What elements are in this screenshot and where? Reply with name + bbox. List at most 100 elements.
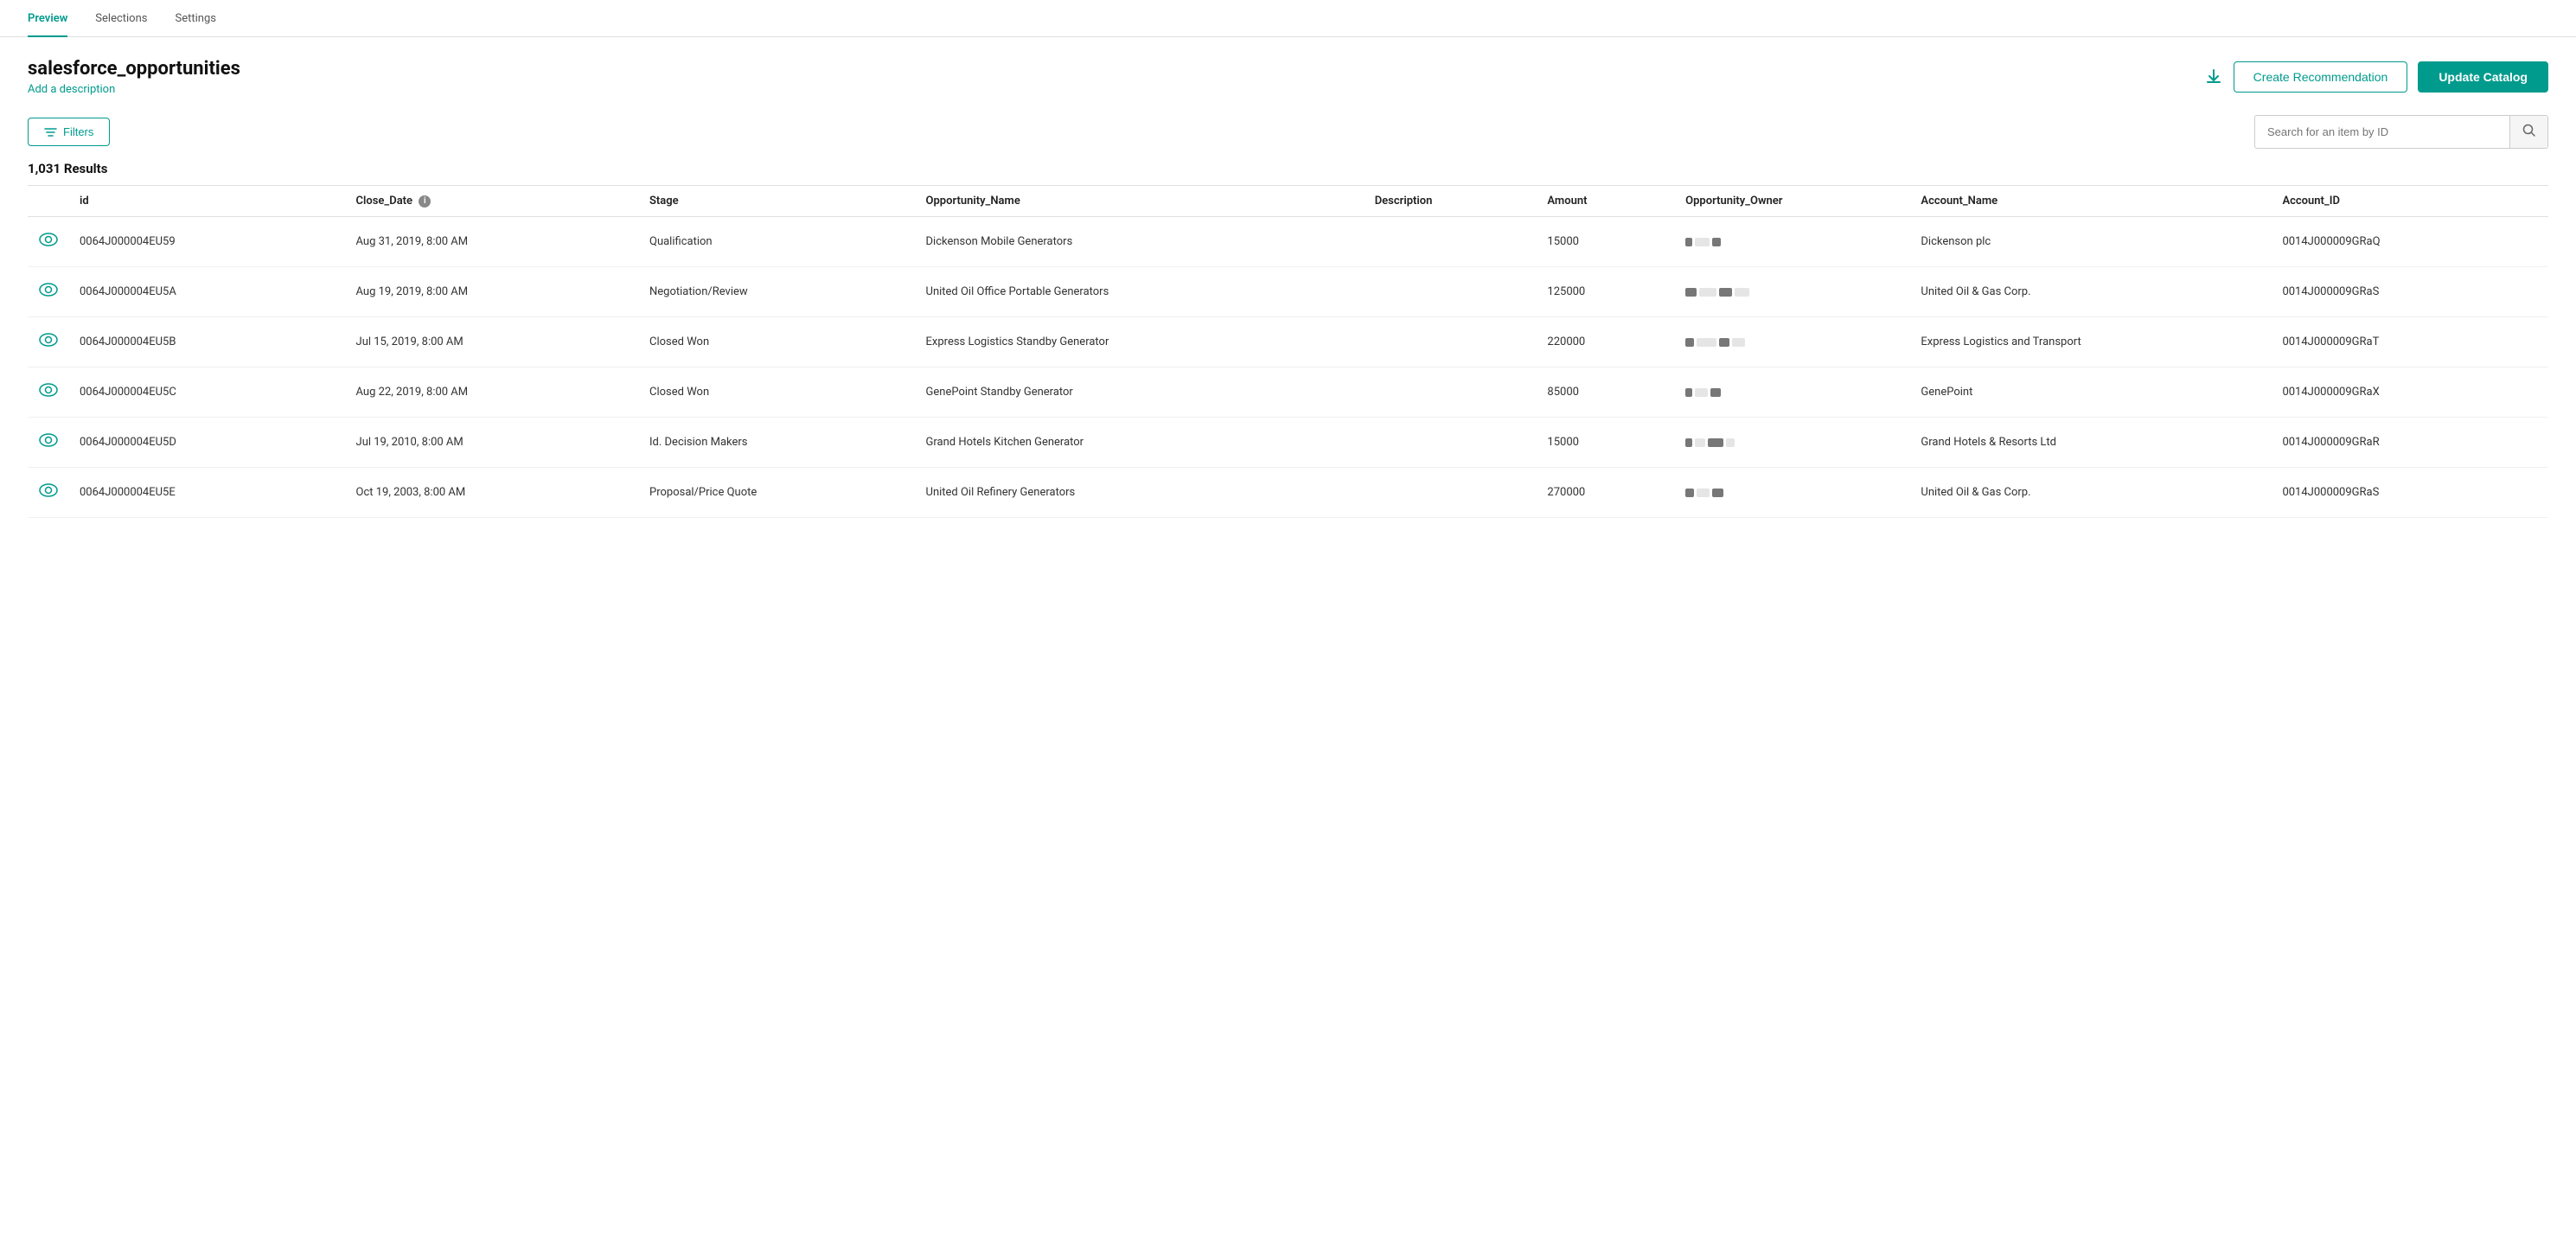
filter-icon bbox=[44, 126, 57, 138]
table-row: 0064J000004EU5AAug 19, 2019, 8:00 AMNego… bbox=[28, 267, 2548, 317]
cell-stage: Closed Won bbox=[639, 317, 916, 367]
search-box bbox=[2254, 115, 2548, 149]
col-header-opportunity-owner: Opportunity_Owner bbox=[1675, 186, 1910, 217]
filters-label: Filters bbox=[63, 125, 93, 138]
cell-account-id: 0014J000009GRaQ bbox=[2272, 217, 2548, 267]
cell-description bbox=[1365, 418, 1537, 468]
tab-settings[interactable]: Settings bbox=[176, 0, 216, 37]
eye-cell bbox=[28, 418, 69, 468]
view-icon[interactable] bbox=[39, 383, 58, 401]
cell-account-name: Grand Hotels & Resorts Ltd bbox=[1910, 418, 2272, 468]
cell-id: 0064J000004EU5D bbox=[69, 418, 346, 468]
page-title: salesforce_opportunities bbox=[28, 58, 240, 80]
eye-cell bbox=[28, 267, 69, 317]
cell-close-date: Aug 31, 2019, 8:00 AM bbox=[346, 217, 639, 267]
eye-cell bbox=[28, 367, 69, 418]
cell-description bbox=[1365, 267, 1537, 317]
cell-stage: Proposal/Price Quote bbox=[639, 468, 916, 518]
col-header-id: id bbox=[69, 186, 346, 217]
cell-amount: 85000 bbox=[1537, 367, 1675, 418]
eye-cell bbox=[28, 468, 69, 518]
cell-id: 0064J000004EU59 bbox=[69, 217, 346, 267]
col-header-eye bbox=[28, 186, 69, 217]
cell-close-date: Oct 19, 2003, 8:00 AM bbox=[346, 468, 639, 518]
cell-account-id: 0014J000009GRaR bbox=[2272, 418, 2548, 468]
cell-description bbox=[1365, 468, 1537, 518]
table-row: 0064J000004EU5DJul 19, 2010, 8:00 AMId. … bbox=[28, 418, 2548, 468]
cell-account-id: 0014J000009GRaS bbox=[2272, 468, 2548, 518]
col-header-account-name: Account_Name bbox=[1910, 186, 2272, 217]
data-table: id Close_Date i Stage Opportunity_Name D… bbox=[28, 185, 2548, 518]
owner-bars bbox=[1685, 489, 1900, 497]
view-icon[interactable] bbox=[39, 433, 58, 451]
cell-opportunity-name: Express Logistics Standby Generator bbox=[916, 317, 1365, 367]
toolbar: Filters bbox=[0, 99, 2576, 157]
cell-description bbox=[1365, 317, 1537, 367]
cell-id: 0064J000004EU5C bbox=[69, 367, 346, 418]
cell-close-date: Jul 15, 2019, 8:00 AM bbox=[346, 317, 639, 367]
view-icon[interactable] bbox=[39, 483, 58, 501]
cell-opportunity-name: Dickenson Mobile Generators bbox=[916, 217, 1365, 267]
view-icon[interactable] bbox=[39, 333, 58, 351]
update-catalog-button[interactable]: Update Catalog bbox=[2418, 61, 2548, 93]
owner-bars bbox=[1685, 438, 1900, 447]
col-header-description: Description bbox=[1365, 186, 1537, 217]
col-header-stage: Stage bbox=[639, 186, 916, 217]
cell-description bbox=[1365, 367, 1537, 418]
close-date-info-icon[interactable]: i bbox=[419, 195, 431, 208]
tab-preview[interactable]: Preview bbox=[28, 0, 67, 37]
cell-amount: 125000 bbox=[1537, 267, 1675, 317]
cell-stage: Closed Won bbox=[639, 367, 916, 418]
cell-opportunity-name: United Oil Office Portable Generators bbox=[916, 267, 1365, 317]
cell-description bbox=[1365, 217, 1537, 267]
cell-stage: Id. Decision Makers bbox=[639, 418, 916, 468]
cell-opportunity-name: Grand Hotels Kitchen Generator bbox=[916, 418, 1365, 468]
cell-opportunity-owner bbox=[1675, 418, 1910, 468]
cell-amount: 15000 bbox=[1537, 217, 1675, 267]
cell-id: 0064J000004EU5E bbox=[69, 468, 346, 518]
cell-opportunity-owner bbox=[1675, 217, 1910, 267]
cell-account-id: 0014J000009GRaS bbox=[2272, 267, 2548, 317]
view-icon[interactable] bbox=[39, 283, 58, 301]
filters-button[interactable]: Filters bbox=[28, 118, 110, 146]
cell-opportunity-name: United Oil Refinery Generators bbox=[916, 468, 1365, 518]
cell-amount: 220000 bbox=[1537, 317, 1675, 367]
download-button[interactable] bbox=[2204, 67, 2223, 86]
create-recommendation-button[interactable]: Create Recommendation bbox=[2234, 61, 2408, 93]
cell-account-name: Express Logistics and Transport bbox=[1910, 317, 2272, 367]
table-header-row: id Close_Date i Stage Opportunity_Name D… bbox=[28, 186, 2548, 217]
table-wrapper: id Close_Date i Stage Opportunity_Name D… bbox=[0, 185, 2576, 518]
cell-opportunity-owner bbox=[1675, 468, 1910, 518]
cell-id: 0064J000004EU5B bbox=[69, 317, 346, 367]
header-left: salesforce_opportunities Add a descripti… bbox=[28, 58, 240, 96]
cell-account-name: United Oil & Gas Corp. bbox=[1910, 267, 2272, 317]
search-button[interactable] bbox=[2509, 116, 2547, 148]
eye-cell bbox=[28, 217, 69, 267]
cell-account-name: United Oil & Gas Corp. bbox=[1910, 468, 2272, 518]
table-row: 0064J000004EU5BJul 15, 2019, 8:00 AMClos… bbox=[28, 317, 2548, 367]
table-row: 0064J000004EU5EOct 19, 2003, 8:00 AMProp… bbox=[28, 468, 2548, 518]
search-icon bbox=[2522, 124, 2535, 137]
cell-opportunity-owner bbox=[1675, 267, 1910, 317]
cell-stage: Qualification bbox=[639, 217, 916, 267]
col-header-close-date: Close_Date i bbox=[346, 186, 639, 217]
cell-id: 0064J000004EU5A bbox=[69, 267, 346, 317]
cell-close-date: Aug 19, 2019, 8:00 AM bbox=[346, 267, 639, 317]
results-count: 1,031 Results bbox=[0, 157, 2576, 185]
description-link[interactable]: Add a description bbox=[28, 83, 240, 96]
table-row: 0064J000004EU5CAug 22, 2019, 8:00 AMClos… bbox=[28, 367, 2548, 418]
cell-account-name: GenePoint bbox=[1910, 367, 2272, 418]
cell-stage: Negotiation/Review bbox=[639, 267, 916, 317]
cell-account-name: Dickenson plc bbox=[1910, 217, 2272, 267]
cell-amount: 270000 bbox=[1537, 468, 1675, 518]
page-header: salesforce_opportunities Add a descripti… bbox=[0, 37, 2576, 99]
view-icon[interactable] bbox=[39, 233, 58, 251]
cell-close-date: Jul 19, 2010, 8:00 AM bbox=[346, 418, 639, 468]
table-row: 0064J000004EU59Aug 31, 2019, 8:00 AMQual… bbox=[28, 217, 2548, 267]
search-input[interactable] bbox=[2255, 118, 2509, 146]
tabs-bar: Preview Selections Settings bbox=[0, 0, 2576, 37]
owner-bars bbox=[1685, 388, 1900, 397]
eye-cell bbox=[28, 317, 69, 367]
tab-selections[interactable]: Selections bbox=[95, 0, 147, 37]
cell-account-id: 0014J000009GRaT bbox=[2272, 317, 2548, 367]
